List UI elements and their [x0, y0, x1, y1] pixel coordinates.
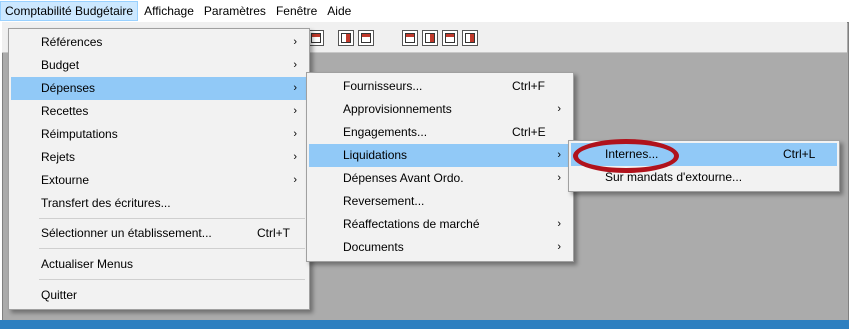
- menu-comptabilite-budgetaire[interactable]: Comptabilité Budgétaire: [0, 1, 139, 21]
- menu-item-rejets[interactable]: Rejets ›: [11, 146, 307, 169]
- menu-item-label: Références: [41, 35, 103, 49]
- menu-item-recettes[interactable]: Recettes ›: [11, 100, 307, 123]
- menu-item-label: Approvisionnements: [343, 102, 452, 116]
- chevron-right-icon: ›: [293, 36, 297, 48]
- toolbar-table-icon[interactable]: [442, 30, 458, 46]
- toolbar-table-alt-icon[interactable]: [462, 30, 478, 46]
- menu-item-documents[interactable]: Documents ›: [309, 236, 571, 259]
- menu-item-label: Extourne: [41, 173, 90, 187]
- menu-fenetre[interactable]: Fenêtre: [272, 1, 321, 21]
- menu-item-quitter[interactable]: Quitter: [11, 284, 307, 307]
- menu-separator: [39, 248, 305, 249]
- menu-item-label: Liquidations: [343, 148, 408, 162]
- annotation-ellipse: [573, 139, 679, 173]
- menu-item-shortcut: Ctrl+T: [257, 226, 290, 240]
- menu-item-liquidations[interactable]: Liquidations ›: [309, 144, 571, 167]
- menu-item-selectionner-etablissement[interactable]: Sélectionner un établissement... Ctrl+T: [11, 222, 307, 245]
- chevron-right-icon: ›: [557, 241, 561, 253]
- menu-item-label: Reversement...: [343, 194, 425, 208]
- toolbar-grid-icon[interactable]: [402, 30, 418, 46]
- toolbar-grid-alt-icon[interactable]: [422, 30, 438, 46]
- menu-affichage[interactable]: Affichage: [140, 1, 198, 21]
- menu-item-label: Réimputations: [41, 127, 118, 141]
- menu-item-label: Transfert des écritures...: [41, 196, 171, 210]
- menu-item-label: Engagements...: [343, 125, 428, 139]
- menu-item-approvisionnements[interactable]: Approvisionnements ›: [309, 98, 571, 121]
- chevron-right-icon: ›: [557, 103, 561, 115]
- menu-item-depenses[interactable]: Dépenses ›: [11, 77, 307, 100]
- menu-item-actualiser-menus[interactable]: Actualiser Menus: [11, 253, 307, 276]
- menu-item-shortcut: Ctrl+L: [783, 147, 816, 161]
- toolbar-export-icon[interactable]: [338, 30, 354, 46]
- menu-item-reversement[interactable]: Reversement...: [309, 190, 571, 213]
- menu-item-reaffectations-marche[interactable]: Réaffectations de marché ›: [309, 213, 571, 236]
- menu-item-label: Fournisseurs...: [343, 79, 423, 93]
- menu-parametres[interactable]: Paramètres: [200, 1, 270, 21]
- chevron-right-icon: ›: [293, 105, 297, 117]
- menu-item-depenses-avant-ordo[interactable]: Dépenses Avant Ordo. ›: [309, 167, 571, 190]
- menu-item-extourne[interactable]: Extourne ›: [11, 169, 307, 192]
- chevron-right-icon: ›: [293, 174, 297, 186]
- chevron-right-icon: ›: [293, 151, 297, 163]
- menu-item-label: Dépenses Avant Ordo.: [343, 171, 464, 185]
- bottom-bar: [0, 320, 849, 329]
- chevron-right-icon: ›: [557, 149, 561, 161]
- main-dropdown-menu: Références › Budget › Dépenses › Recette…: [8, 28, 310, 310]
- menu-item-shortcut: Ctrl+E: [512, 125, 546, 139]
- chevron-right-icon: ›: [293, 128, 297, 140]
- menu-separator: [39, 279, 305, 280]
- menu-item-label: Budget: [41, 58, 80, 72]
- menu-item-label: Quitter: [41, 288, 78, 302]
- chevron-right-icon: ›: [293, 59, 297, 71]
- toolbar-export-alt-icon[interactable]: [358, 30, 374, 46]
- chevron-right-icon: ›: [557, 172, 561, 184]
- menu-bar: Comptabilité Budgétaire Affichage Paramè…: [0, 0, 849, 22]
- menu-item-label: Recettes: [41, 104, 89, 118]
- toolbar-report-icon[interactable]: [308, 30, 324, 46]
- menu-item-reimputations[interactable]: Réimputations ›: [11, 123, 307, 146]
- chevron-right-icon: ›: [293, 82, 297, 94]
- menu-item-engagements[interactable]: Engagements... Ctrl+E: [309, 121, 571, 144]
- menu-item-label: Actualiser Menus: [41, 257, 134, 271]
- menu-item-fournisseurs[interactable]: Fournisseurs... Ctrl+F: [309, 75, 571, 98]
- menu-separator: [39, 218, 305, 219]
- menu-aide[interactable]: Aide: [323, 1, 355, 21]
- menu-item-label: Sélectionner un établissement...: [41, 226, 212, 240]
- depenses-submenu: Fournisseurs... Ctrl+F Approvisionnement…: [306, 72, 574, 262]
- menu-item-label: Réaffectations de marché: [343, 217, 480, 231]
- menu-item-budget[interactable]: Budget ›: [11, 54, 307, 77]
- menu-item-label: Rejets: [41, 150, 76, 164]
- menu-item-label: Documents: [343, 240, 404, 254]
- menu-item-transfert-ecritures[interactable]: Transfert des écritures...: [11, 192, 307, 215]
- menu-item-shortcut: Ctrl+F: [512, 79, 545, 93]
- menu-item-label: Dépenses: [41, 81, 96, 95]
- menu-item-references[interactable]: Références ›: [11, 31, 307, 54]
- chevron-right-icon: ›: [557, 218, 561, 230]
